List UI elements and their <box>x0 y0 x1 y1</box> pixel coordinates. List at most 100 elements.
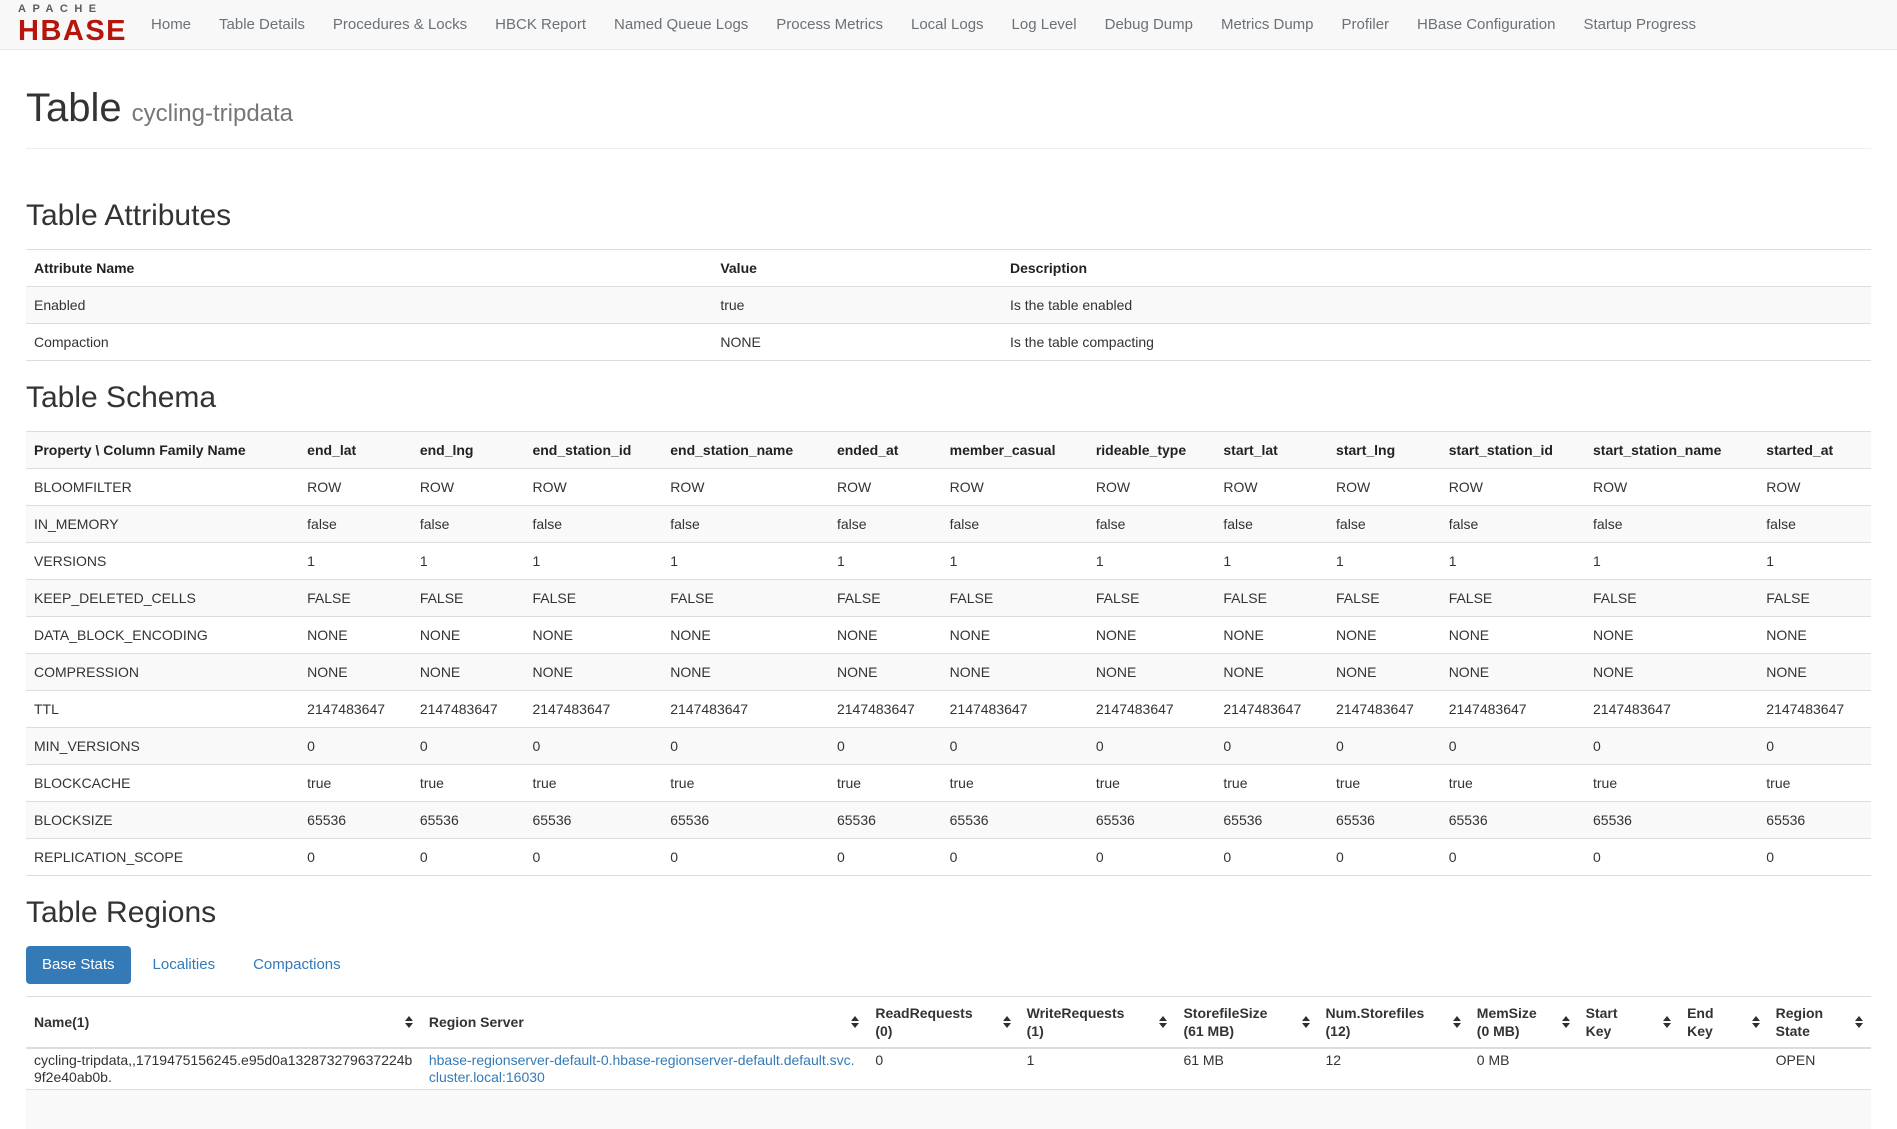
schema-value-cell: 0 <box>942 727 1088 764</box>
schema-property-cell: BLOCKCACHE <box>26 764 299 801</box>
schema-header-row: Property \ Column Family Nameend_latend_… <box>26 431 1871 468</box>
mem-size-cell: 0 MB <box>1469 1048 1578 1090</box>
schema-value-cell: 1 <box>1441 542 1585 579</box>
schema-row: REPLICATION_SCOPE000000000000 <box>26 838 1871 875</box>
sort-icon[interactable] <box>1453 1016 1461 1028</box>
regions-column-header-inner: WriteRequests (1) <box>1027 1004 1168 1040</box>
schema-value-cell: ROW <box>412 468 525 505</box>
sort-icon[interactable] <box>1302 1016 1310 1028</box>
sort-icon[interactable] <box>1663 1016 1671 1028</box>
sort-down-arrow <box>851 1023 859 1028</box>
schema-value-cell: 1 <box>942 542 1088 579</box>
navbar-link-local-logs[interactable]: Local Logs <box>897 1 998 48</box>
regions-tab-base-stats[interactable]: Base Stats <box>26 946 131 984</box>
schema-property-cell: BLOCKSIZE <box>26 801 299 838</box>
attributes-cell: Is the table enabled <box>1002 286 1871 323</box>
schema-value-cell: ROW <box>942 468 1088 505</box>
sort-icon[interactable] <box>1855 1016 1863 1028</box>
navbar-item: Startup Progress <box>1569 1 1710 48</box>
schema-value-cell: 0 <box>1758 838 1871 875</box>
sort-up-arrow <box>1159 1016 1167 1021</box>
schema-value-cell: 0 <box>1328 838 1441 875</box>
sort-up-arrow <box>1302 1016 1310 1021</box>
regions-column-header[interactable]: End Key <box>1679 996 1768 1048</box>
schema-value-cell: 1 <box>1585 542 1758 579</box>
navbar-link-hbck-report[interactable]: HBCK Report <box>481 1 600 48</box>
schema-value-cell: NONE <box>1441 616 1585 653</box>
schema-value-cell: 2147483647 <box>1328 690 1441 727</box>
schema-value-cell: 0 <box>942 838 1088 875</box>
num-storefiles-cell: 12 <box>1318 1048 1469 1090</box>
sort-up-arrow <box>1752 1016 1760 1021</box>
schema-value-cell: ROW <box>524 468 662 505</box>
navbar-link-named-queue-logs[interactable]: Named Queue Logs <box>600 1 762 48</box>
sort-icon[interactable] <box>1752 1016 1760 1028</box>
schema-value-cell: ROW <box>1328 468 1441 505</box>
region-server-link[interactable]: hbase-regionserver-default-0.hbase-regio… <box>429 1052 855 1085</box>
schema-value-cell: FALSE <box>829 579 942 616</box>
regions-column-header[interactable]: WriteRequests (1) <box>1019 996 1176 1048</box>
regions-column-header[interactable]: Region State <box>1768 996 1871 1048</box>
schema-value-cell: NONE <box>299 616 412 653</box>
schema-value-cell: true <box>942 764 1088 801</box>
navbar-item: HBCK Report <box>481 1 600 48</box>
schema-family-header-cell: ended_at <box>829 431 942 468</box>
regions-column-header[interactable]: ReadRequests (0) <box>867 996 1018 1048</box>
page-header: Tablecycling-tripdata <box>26 86 1871 149</box>
schema-value-cell: NONE <box>829 653 942 690</box>
navbar-link-metrics-dump[interactable]: Metrics Dump <box>1207 1 1328 48</box>
regions-column-header[interactable]: Num.Storefiles (12) <box>1318 996 1469 1048</box>
schema-value-cell: 2147483647 <box>1441 690 1585 727</box>
schema-value-cell: 0 <box>1585 838 1758 875</box>
navbar-link-hbase-configuration[interactable]: HBase Configuration <box>1403 1 1569 48</box>
regions-tab-localities[interactable]: Localities <box>137 946 232 984</box>
navbar-link-procedures-locks[interactable]: Procedures & Locks <box>319 1 481 48</box>
hbase-logo[interactable]: APACHE HBASE <box>18 4 127 46</box>
sort-icon[interactable] <box>851 1016 859 1028</box>
schema-value-cell: NONE <box>524 653 662 690</box>
schema-value-cell: 1 <box>1328 542 1441 579</box>
sort-icon[interactable] <box>1562 1016 1570 1028</box>
regions-column-header[interactable]: MemSize (0 MB) <box>1469 996 1578 1048</box>
regions-column-label: ReadRequests (0) <box>875 1004 972 1040</box>
regions-column-header-inner: ReadRequests (0) <box>875 1004 1010 1040</box>
schema-row: BLOCKCACHEtruetruetruetruetruetruetruetr… <box>26 764 1871 801</box>
sort-up-arrow <box>405 1016 413 1021</box>
regions-column-header-inner: Region Server <box>429 1013 860 1031</box>
schema-value-cell: 65536 <box>1758 801 1871 838</box>
navbar-link-debug-dump[interactable]: Debug Dump <box>1091 1 1207 48</box>
regions-column-header[interactable]: Start Key <box>1578 996 1679 1048</box>
schema-row: DATA_BLOCK_ENCODINGNONENONENONENONENONEN… <box>26 616 1871 653</box>
regions-column-header[interactable]: Region Server <box>421 996 868 1048</box>
regions-column-header[interactable]: StorefileSize (61 MB) <box>1175 996 1317 1048</box>
regions-column-header[interactable]: Name(1) <box>26 996 421 1048</box>
schema-row: MIN_VERSIONS000000000000 <box>26 727 1871 764</box>
section-heading-schema: Table Schema <box>26 381 1871 415</box>
schema-value-cell: 0 <box>1215 838 1328 875</box>
schema-value-cell: 2147483647 <box>829 690 942 727</box>
schema-value-cell: 1 <box>1215 542 1328 579</box>
schema-value-cell: true <box>1758 764 1871 801</box>
navbar-link-profiler[interactable]: Profiler <box>1328 1 1404 48</box>
schema-value-cell: 1 <box>524 542 662 579</box>
navbar-link-startup-progress[interactable]: Startup Progress <box>1569 1 1710 48</box>
sort-icon[interactable] <box>1003 1016 1011 1028</box>
regions-tab-compactions[interactable]: Compactions <box>237 946 357 984</box>
schema-value-cell: 0 <box>1088 727 1216 764</box>
schema-family-header-cell: start_station_id <box>1441 431 1585 468</box>
sort-icon[interactable] <box>1159 1016 1167 1028</box>
navbar-link-log-level[interactable]: Log Level <box>998 1 1091 48</box>
schema-value-cell: false <box>1758 505 1871 542</box>
sort-icon[interactable] <box>405 1016 413 1028</box>
schema-row: COMPRESSIONNONENONENONENONENONENONENONEN… <box>26 653 1871 690</box>
schema-value-cell: 2147483647 <box>412 690 525 727</box>
regions-column-header-inner: Num.Storefiles (12) <box>1326 1004 1461 1040</box>
schema-value-cell: NONE <box>299 653 412 690</box>
apache-logo-text: APACHE <box>18 4 127 15</box>
navbar-link-process-metrics[interactable]: Process Metrics <box>762 1 897 48</box>
schema-value-cell: 0 <box>524 727 662 764</box>
navbar-link-table-details[interactable]: Table Details <box>205 1 319 48</box>
schema-value-cell: 1 <box>1088 542 1216 579</box>
schema-value-cell: false <box>829 505 942 542</box>
navbar-link-home[interactable]: Home <box>137 1 205 48</box>
